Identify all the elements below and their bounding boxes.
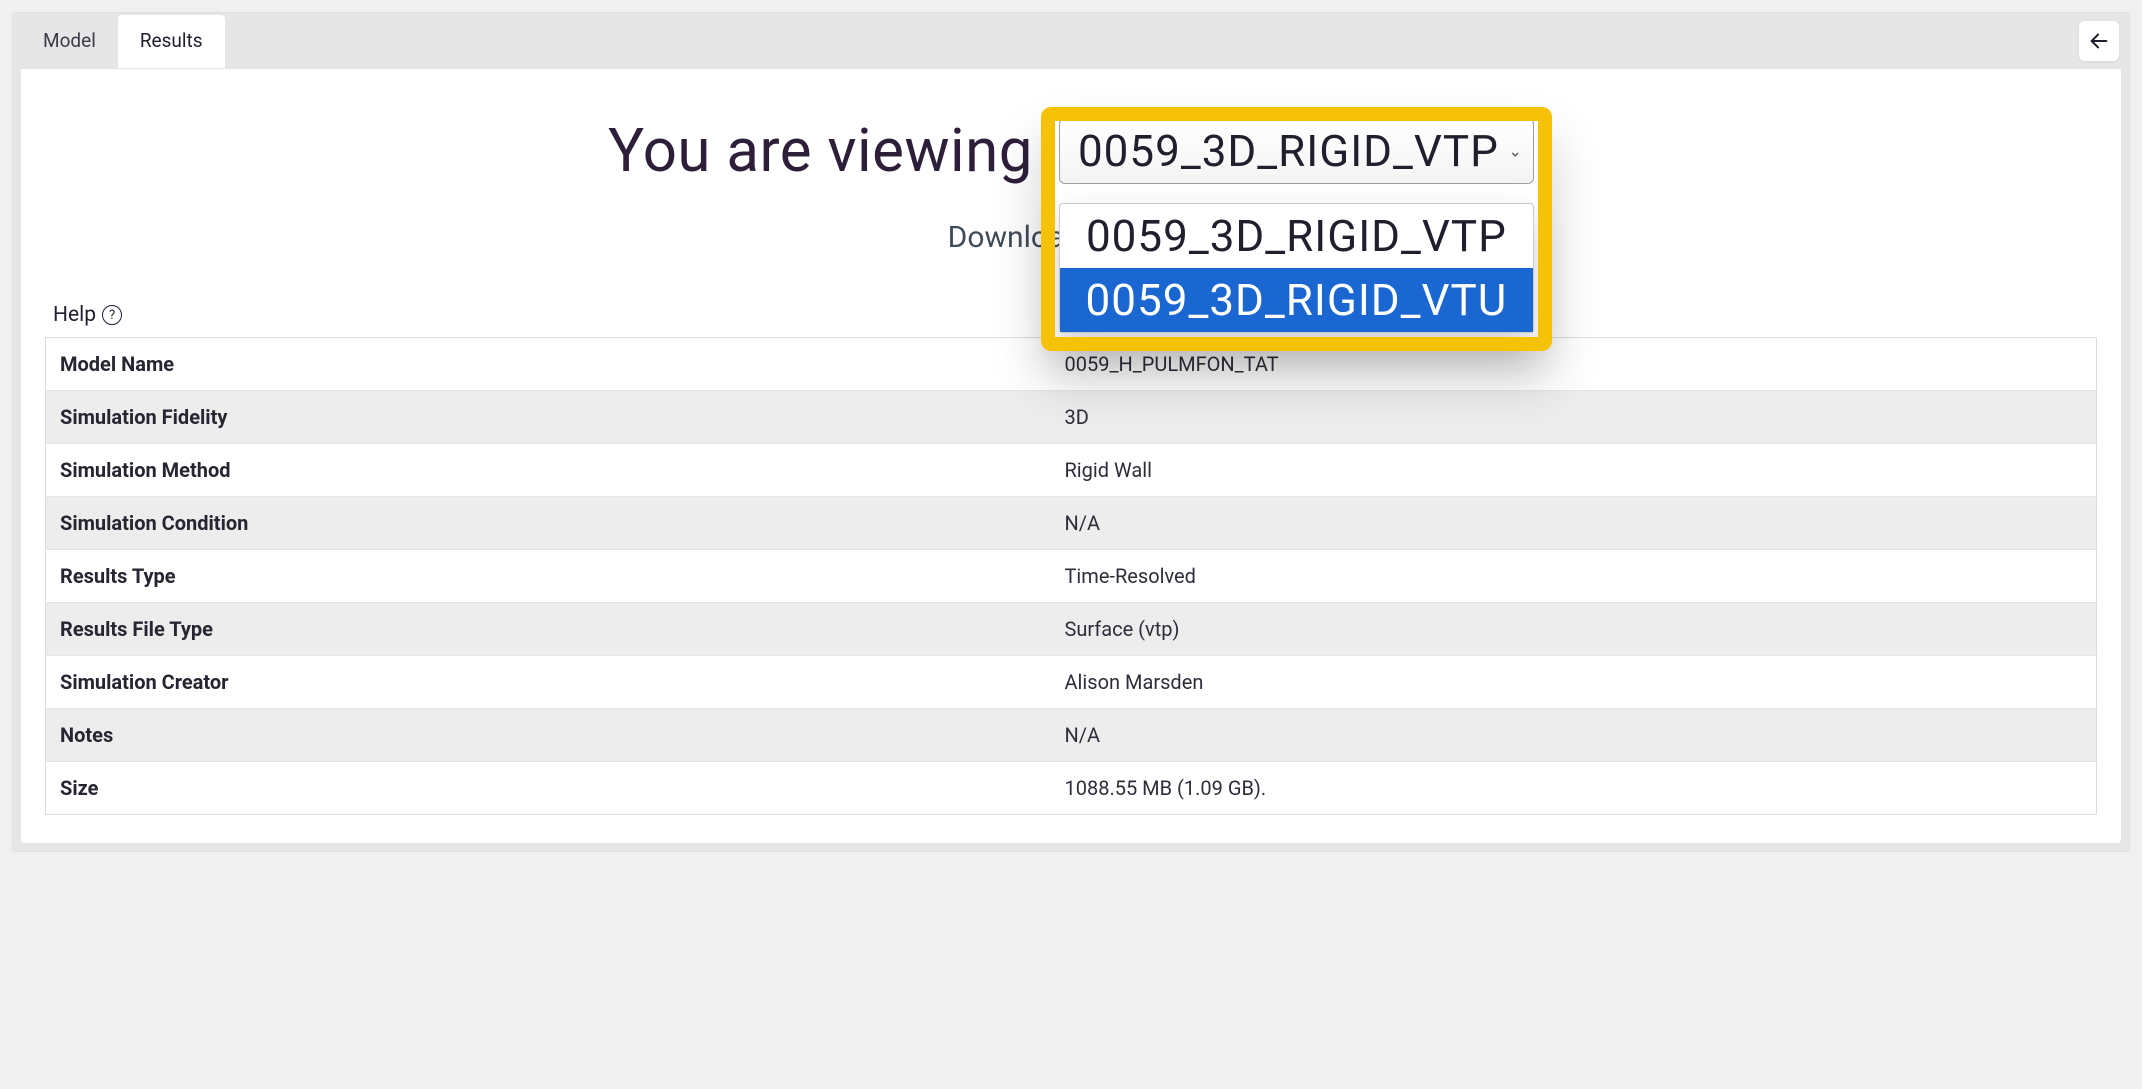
detail-value: 1088.55 MB (1.09 GB).: [1050, 762, 2096, 815]
table-row: Results File TypeSurface (vtp): [46, 603, 2097, 656]
table-row: Model Name0059_H_PULMFON_TAT: [46, 338, 2097, 391]
simulation-select-value: 0059_3D_RIGID_VTP: [1078, 125, 1499, 177]
detail-value: 0059_H_PULMFON_TAT: [1050, 338, 2096, 391]
table-row: Results TypeTime-Resolved: [46, 550, 2097, 603]
simulation-select-wrap: 0059_3D_RIGID_VTP ⌄ 0059_3D_RIGID_VTP 00…: [1059, 125, 1534, 177]
help-icon: ?: [102, 305, 122, 325]
results-panel: You are viewing 0059_3D_RIGID_VTP ⌄ 0059…: [21, 69, 2121, 843]
detail-key: Simulation Condition: [46, 497, 1051, 550]
arrow-left-icon: [2088, 30, 2110, 52]
headline-row: You are viewing 0059_3D_RIGID_VTP ⌄ 0059…: [39, 115, 2103, 186]
simulation-dropdown: 0059_3D_RIGID_VTP 0059_3D_RIGID_VTU: [1059, 203, 1534, 333]
back-button[interactable]: [2079, 21, 2119, 61]
detail-key: Simulation Creator: [46, 656, 1051, 709]
table-row: Simulation Fidelity3D: [46, 391, 2097, 444]
app-frame: Model Results You are viewing 0059_3D_RI…: [12, 12, 2130, 852]
tab-bar: Model Results: [13, 13, 2129, 69]
detail-value: 3D: [1050, 391, 2096, 444]
detail-value: Surface (vtp): [1050, 603, 2096, 656]
table-row: Size1088.55 MB (1.09 GB).: [46, 762, 2097, 815]
table-row: Simulation CreatorAlison Marsden: [46, 656, 2097, 709]
detail-key: Simulation Method: [46, 444, 1051, 497]
details-table: Model Name0059_H_PULMFON_TATSimulation F…: [45, 337, 2097, 815]
tab-results[interactable]: Results: [118, 15, 225, 68]
detail-key: Results File Type: [46, 603, 1051, 656]
simulation-option[interactable]: 0059_3D_RIGID_VTU: [1060, 268, 1533, 332]
detail-key: Results Type: [46, 550, 1051, 603]
tab-model[interactable]: Model: [21, 15, 118, 68]
detail-key: Notes: [46, 709, 1051, 762]
detail-value: Alison Marsden: [1050, 656, 2096, 709]
simulation-option[interactable]: 0059_3D_RIGID_VTP: [1060, 204, 1533, 268]
table-row: NotesN/A: [46, 709, 2097, 762]
detail-key: Size: [46, 762, 1051, 815]
detail-value: Rigid Wall: [1050, 444, 2096, 497]
detail-value: N/A: [1050, 709, 2096, 762]
chevron-down-icon: ⌄: [1509, 141, 1523, 160]
detail-key: Model Name: [46, 338, 1051, 391]
table-row: Simulation ConditionN/A: [46, 497, 2097, 550]
table-row: Simulation MethodRigid Wall: [46, 444, 2097, 497]
detail-key: Simulation Fidelity: [46, 391, 1051, 444]
help-label: Help: [53, 303, 96, 327]
detail-value: N/A: [1050, 497, 2096, 550]
headline-text: You are viewing: [608, 115, 1033, 186]
detail-value: Time-Resolved: [1050, 550, 2096, 603]
simulation-select[interactable]: 0059_3D_RIGID_VTP ⌄: [1059, 118, 1534, 184]
